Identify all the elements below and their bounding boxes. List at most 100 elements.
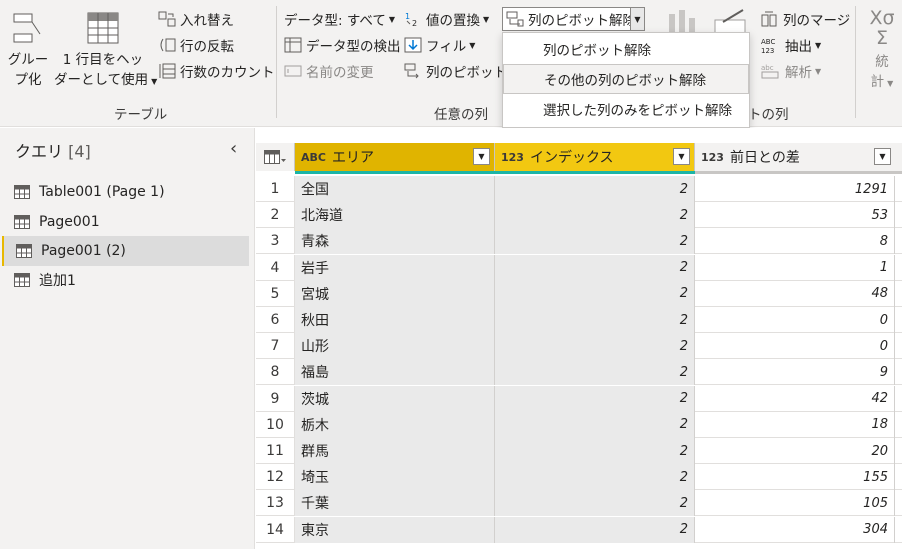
cell-index[interactable]: 2 (495, 307, 695, 333)
cell-diff[interactable]: 53 (695, 202, 895, 229)
cell-index[interactable]: 2 (495, 516, 695, 543)
menu-item-unpivot-selected-only[interactable]: 選択した列のみをピボット解除 (503, 94, 749, 124)
column-header-index[interactable]: 123 インデックス ▼ (495, 143, 695, 171)
column-header-area[interactable]: ABC エリア ▼ (295, 143, 495, 171)
cell-diff[interactable]: 9 (695, 359, 895, 386)
cell-index[interactable]: 2 (495, 438, 695, 464)
cell-area[interactable]: 宮城 (295, 280, 495, 307)
row-number[interactable]: 13 (256, 490, 295, 517)
cell-diff[interactable]: 8 (695, 228, 895, 255)
table-row[interactable]: 4 岩手 2 1 (256, 254, 902, 281)
menu-item-unpivot-columns[interactable]: 列のピボット解除 (503, 34, 749, 64)
table-row[interactable]: 3 青森 2 8 (256, 228, 902, 255)
table-row[interactable]: 13 千葉 2 105 (256, 490, 902, 517)
pivot-column-button[interactable]: 列のピボット (404, 61, 507, 81)
replace-values-button[interactable]: 12 値の置換 ▼ (404, 9, 489, 29)
cell-area[interactable]: 全国 (295, 176, 495, 202)
reverse-rows-button[interactable]: 行の反転 (158, 35, 234, 55)
table-row[interactable]: 1 全国 2 1291 (256, 176, 902, 202)
cell-area[interactable]: 青森 (295, 228, 495, 255)
table-row[interactable]: 8 福島 2 9 (256, 359, 902, 386)
table-menu-button[interactable] (256, 143, 295, 171)
cell-area[interactable]: 茨城 (295, 385, 495, 412)
column-filter-button[interactable]: ▼ (473, 148, 490, 165)
cell-diff[interactable]: 20 (695, 438, 895, 464)
cell-index[interactable]: 2 (495, 490, 695, 517)
unpivot-columns-button[interactable]: 列のピボット解除 ▼ (502, 7, 645, 31)
menu-item-unpivot-other-columns[interactable]: その他の列のピボット解除 (503, 64, 749, 94)
column-filter-button[interactable]: ▼ (673, 148, 690, 165)
cell-area[interactable]: 東京 (295, 516, 495, 543)
table-row[interactable]: 6 秋田 2 0 (256, 307, 902, 333)
cell-index[interactable]: 2 (495, 202, 695, 229)
detect-data-type-button[interactable]: データ型の検出 (284, 35, 401, 55)
table-row[interactable]: 12 埼玉 2 155 (256, 464, 902, 491)
cell-diff[interactable]: 1 (695, 254, 895, 281)
cell-diff[interactable]: 48 (695, 280, 895, 307)
cell-diff[interactable]: 0 (695, 307, 895, 333)
row-number[interactable]: 9 (256, 385, 295, 412)
row-number[interactable]: 1 (256, 176, 295, 202)
query-item[interactable]: 追加1 (2, 265, 249, 295)
table-row[interactable]: 7 山形 2 0 (256, 333, 902, 360)
row-number[interactable]: 12 (256, 464, 295, 491)
row-number[interactable]: 6 (256, 307, 295, 333)
cell-index[interactable]: 2 (495, 411, 695, 438)
row-number[interactable]: 11 (256, 438, 295, 464)
table-row[interactable]: 5 宮城 2 48 (256, 280, 902, 307)
data-type-dropdown[interactable]: データ型: すべて ▼ (284, 9, 395, 29)
cell-diff[interactable]: 304 (695, 516, 895, 543)
transpose-button[interactable]: 入れ替え (158, 9, 234, 29)
table-row[interactable]: 2 北海道 2 53 (256, 202, 902, 229)
cell-area[interactable]: 秋田 (295, 307, 495, 333)
cell-area[interactable]: 山形 (295, 333, 495, 360)
cell-diff[interactable]: 18 (695, 411, 895, 438)
cell-index[interactable]: 2 (495, 176, 695, 202)
cell-area[interactable]: 埼玉 (295, 464, 495, 491)
cell-index[interactable]: 2 (495, 280, 695, 307)
table-row[interactable]: 14 東京 2 304 (256, 516, 902, 543)
use-first-row-headers-button[interactable]: 1 行目をヘッ ダーとして使用 ▼ (54, 6, 157, 98)
row-number[interactable]: 2 (256, 202, 295, 229)
count-rows-button[interactable]: 行数のカウント (158, 61, 275, 81)
query-item[interactable]: Table001 (Page 1) (2, 177, 249, 207)
group-by-button[interactable]: グルー プ化 (4, 6, 52, 98)
table-row[interactable]: 11 群馬 2 20 (256, 438, 902, 464)
query-item-selected[interactable]: Page001 (2) (2, 236, 249, 266)
row-number[interactable]: 3 (256, 228, 295, 255)
row-number[interactable]: 5 (256, 280, 295, 307)
cell-diff[interactable]: 105 (695, 490, 895, 517)
cell-diff[interactable]: 42 (695, 385, 895, 412)
table-row[interactable]: 9 茨城 2 42 (256, 385, 902, 412)
cell-area[interactable]: 千葉 (295, 490, 495, 517)
cell-index[interactable]: 2 (495, 228, 695, 255)
cell-index[interactable]: 2 (495, 359, 695, 386)
cell-index[interactable]: 2 (495, 464, 695, 491)
chevron-left-icon[interactable]: ‹ (230, 138, 237, 159)
extract-button[interactable]: ABC 123 抽出 ▼ (761, 35, 821, 55)
cell-index[interactable]: 2 (495, 254, 695, 281)
merge-columns-button[interactable]: 列のマージ (761, 9, 850, 29)
cell-diff[interactable]: 1291 (695, 176, 895, 202)
cell-area[interactable]: 群馬 (295, 438, 495, 464)
row-number[interactable]: 7 (256, 333, 295, 360)
row-number[interactable]: 4 (256, 254, 295, 281)
cell-diff[interactable]: 155 (695, 464, 895, 491)
row-number[interactable]: 10 (256, 411, 295, 438)
cell-diff[interactable]: 0 (695, 333, 895, 360)
cell-area[interactable]: 北海道 (295, 202, 495, 229)
cell-index[interactable]: 2 (495, 385, 695, 412)
cell-area[interactable]: 福島 (295, 359, 495, 386)
statistics-button[interactable]: Χσ Σ 統 計 ▼ (862, 6, 902, 98)
rename-button[interactable]: 名前の変更 (284, 61, 374, 81)
fill-button[interactable]: フィル ▼ (404, 35, 475, 55)
table-row[interactable]: 10 栃木 2 18 (256, 411, 902, 438)
unpivot-dropdown-arrow[interactable]: ▼ (630, 8, 644, 30)
cell-area[interactable]: 岩手 (295, 254, 495, 281)
query-item[interactable]: Page001 (2, 207, 249, 237)
parse-button[interactable]: abc 解析 ▼ (761, 61, 821, 81)
column-header-diff[interactable]: 123 前日との差 ▼ (695, 143, 902, 171)
cell-index[interactable]: 2 (495, 333, 695, 360)
row-number[interactable]: 8 (256, 359, 295, 386)
row-number[interactable]: 14 (256, 516, 295, 543)
